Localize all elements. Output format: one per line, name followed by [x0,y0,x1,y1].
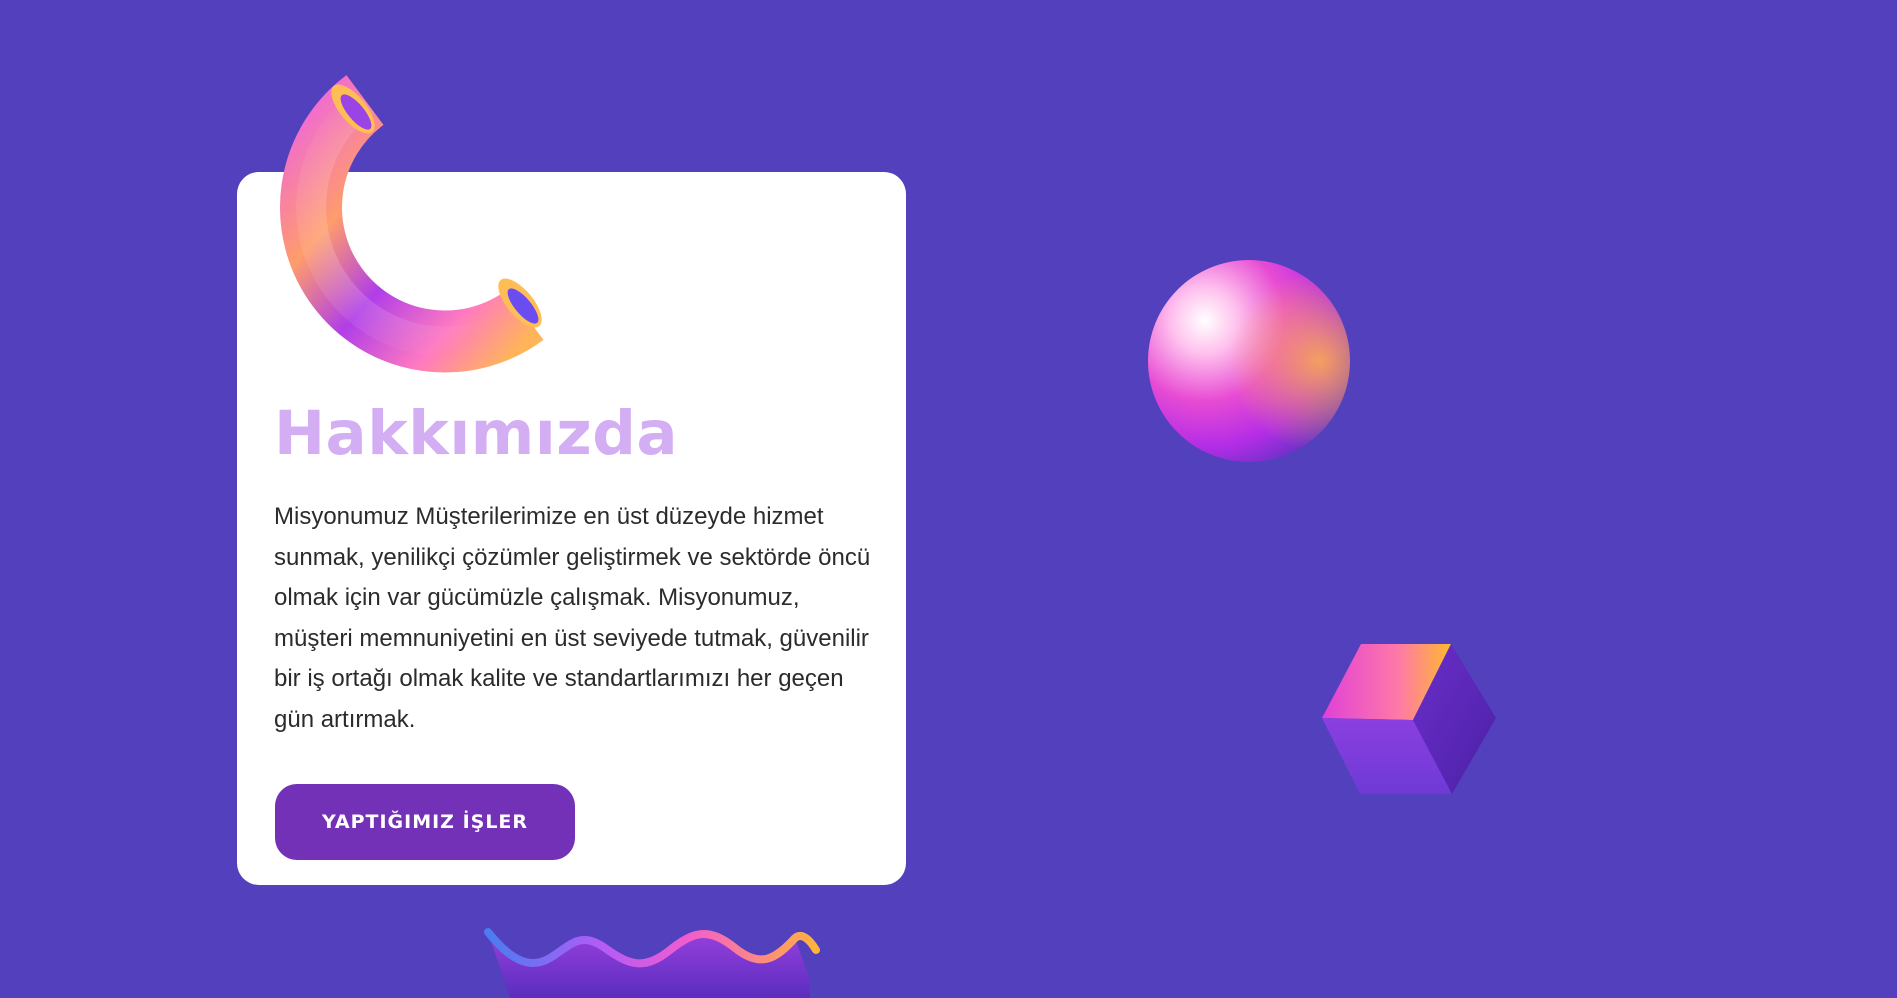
page-title: Hakkımızda [274,398,679,469]
cube-icon [1322,644,1496,794]
our-works-button[interactable]: YAPTIĞIMIZ İŞLER [275,784,575,860]
about-description: Misyonumuz Müşterilerimize en üst düzeyd… [274,503,871,733]
torus-arc-icon [280,75,544,373]
wave-ribbon-icon [484,928,820,998]
sphere-icon [1148,260,1350,462]
